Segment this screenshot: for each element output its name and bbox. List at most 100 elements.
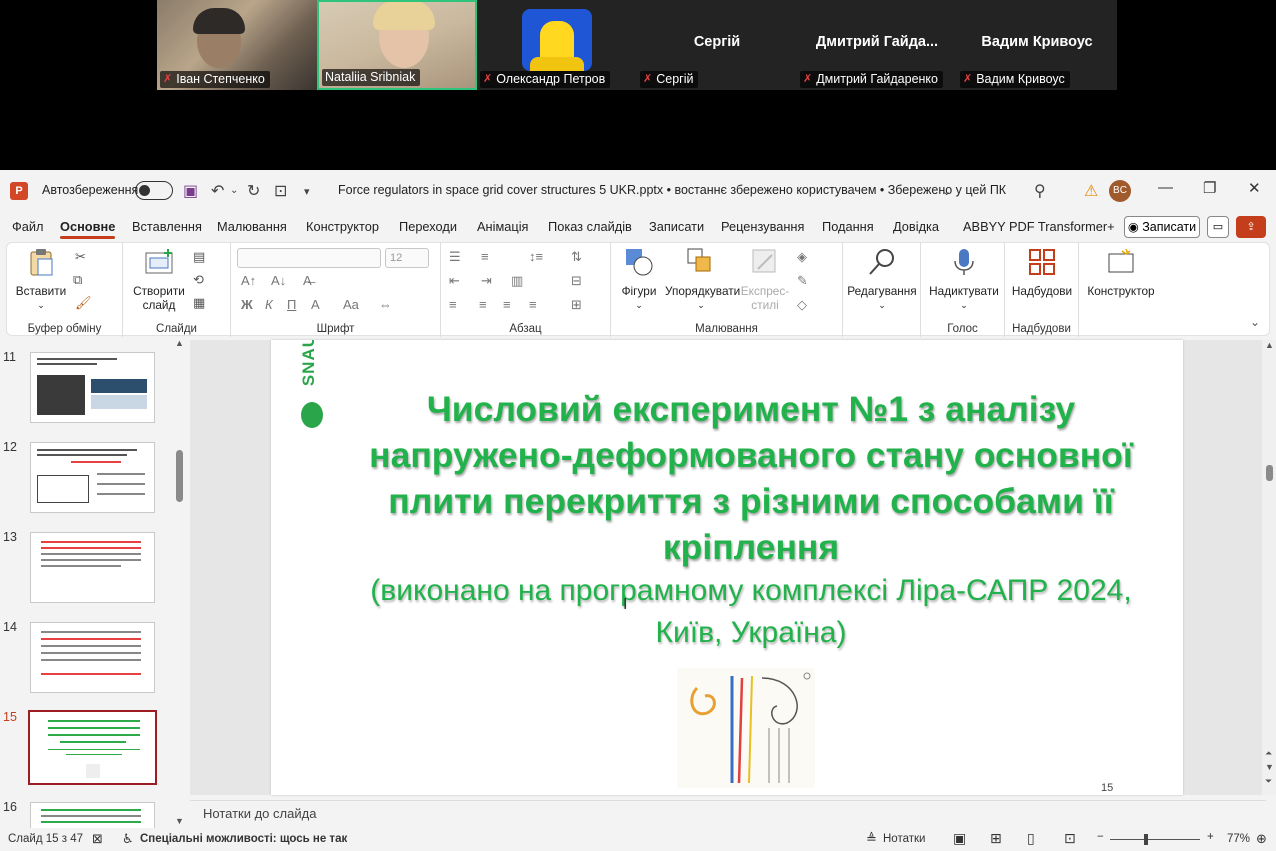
arrange-button[interactable]: Упорядкувати ⌄ — [665, 247, 740, 312]
font-size-select[interactable]: 12 — [385, 248, 429, 268]
slide-thumbnail[interactable] — [30, 622, 155, 693]
scroll-down-icon[interactable]: ▼ — [175, 816, 184, 826]
dictate-button[interactable]: Надиктувати ⌄ — [927, 247, 1001, 312]
tab-design[interactable]: Конструктор — [306, 219, 379, 234]
warning-icon[interactable]: ⚠ — [1084, 181, 1098, 201]
ionic-column-image[interactable] — [677, 668, 815, 788]
next-slide-icon[interactable]: ⏷ — [1265, 776, 1272, 787]
zoom-slider-thumb[interactable] — [1144, 834, 1148, 845]
addins-button[interactable]: Надбудови — [1009, 247, 1075, 298]
paste-button[interactable]: Вставити ⌄ — [15, 247, 67, 312]
notes-pane[interactable]: Нотатки до слайда — [190, 800, 1266, 826]
tab-animations[interactable]: Анімація — [477, 219, 528, 234]
chevron-down-icon[interactable]: ⌄ — [942, 185, 951, 198]
scroll-up-icon[interactable]: ▲ — [1265, 340, 1274, 350]
bold-icon[interactable]: Ж — [241, 297, 253, 312]
bullets-icon[interactable]: ☰ — [449, 249, 461, 265]
undo-icon[interactable]: ↶ — [211, 181, 224, 201]
slideshow-icon[interactable]: ⊡ — [1064, 830, 1076, 847]
restore-icon[interactable]: ❐ — [1203, 179, 1216, 197]
avatar[interactable]: BC — [1109, 180, 1131, 202]
font-color-icon[interactable]: A — [311, 297, 320, 312]
slide-thumbnail[interactable] — [30, 352, 155, 423]
scrollbar-thumb[interactable] — [1266, 465, 1273, 481]
smartart-icon[interactable]: ⊞ — [571, 297, 582, 313]
layout-icon[interactable]: ▤ — [193, 249, 205, 265]
increase-font-icon[interactable]: A↑ — [241, 273, 256, 288]
document-title[interactable]: Force regulators in space grid cover str… — [338, 183, 1006, 197]
tab-draw[interactable]: Малювання — [217, 219, 287, 234]
scroll-up-icon[interactable]: ▲ — [175, 338, 184, 348]
participant-tile-active-speaker[interactable]: Nataliia Sribniak — [317, 0, 477, 90]
zoom-in-icon[interactable]: + — [1207, 831, 1214, 843]
tab-home[interactable]: Основне — [60, 219, 116, 239]
format-painter-icon[interactable]: 🖌 — [75, 295, 92, 311]
new-slide-button[interactable]: Створити слайд — [129, 247, 189, 312]
line-spacing-icon[interactable]: ↕≡ — [529, 249, 543, 264]
designer-button[interactable]: Конструктор — [1083, 247, 1159, 298]
tab-insert[interactable]: Вставлення — [132, 219, 202, 234]
participant-tile[interactable]: Вадим Кривоус ✗ Вадим Кривоус — [957, 0, 1117, 90]
text-direction-icon[interactable]: ⇅ — [571, 249, 582, 265]
columns-icon[interactable]: ▥ — [511, 273, 523, 289]
tab-record[interactable]: Записати — [649, 219, 704, 234]
increase-indent-icon[interactable]: ⇥ — [481, 273, 492, 289]
font-name-select[interactable] — [237, 248, 381, 268]
decrease-font-icon[interactable]: A↓ — [271, 273, 286, 288]
minimize-icon[interactable]: — — [1158, 179, 1173, 196]
slide-thumbnail[interactable] — [30, 532, 155, 603]
record-button[interactable]: ◉ Записати — [1124, 216, 1200, 238]
scroll-down-icon[interactable]: ▼ — [1265, 762, 1274, 772]
tab-slideshow[interactable]: Показ слайдів — [548, 219, 632, 234]
zoom-slider[interactable] — [1110, 839, 1200, 840]
collapse-ribbon-icon[interactable]: ⌄ — [1250, 315, 1260, 329]
copy-icon[interactable]: ⧉ — [73, 272, 82, 288]
redo-icon[interactable]: ↻ — [247, 181, 260, 201]
align-center-icon[interactable]: ≡ — [479, 297, 487, 312]
quick-styles-button[interactable]: Експрес-стилі — [739, 247, 791, 312]
close-icon[interactable]: ✕ — [1248, 179, 1261, 197]
participant-tile[interactable]: ✗ Іван Степченко — [157, 0, 317, 90]
previous-slide-icon[interactable]: ⏶ — [1265, 748, 1272, 759]
tab-review[interactable]: Рецензування — [721, 219, 804, 234]
zoom-level[interactable]: 77% — [1227, 833, 1250, 845]
decrease-indent-icon[interactable]: ⇤ — [449, 273, 460, 289]
tab-view[interactable]: Подання — [822, 219, 874, 234]
slide-thumbnail[interactable] — [30, 442, 155, 513]
normal-view-icon[interactable]: ▣ — [953, 830, 966, 847]
participant-tile[interactable]: ✗ Олександр Петров — [477, 0, 637, 90]
slide-sorter-icon[interactable]: ⊞ — [990, 830, 1002, 847]
shape-fill-icon[interactable]: ◈ — [797, 249, 807, 265]
spelling-icon[interactable]: ⊠ — [92, 831, 103, 847]
editing-button[interactable]: Редагування ⌄ — [847, 247, 917, 312]
slide-thumbnail-active[interactable] — [28, 710, 157, 785]
underline-icon[interactable]: П — [287, 297, 296, 312]
numbering-icon[interactable]: ≡ — [481, 249, 489, 264]
current-slide[interactable]: SNAU Числовий експеримент №1 з аналізу н… — [271, 340, 1183, 795]
justify-icon[interactable]: ≡ — [529, 297, 537, 312]
slide-subtitle[interactable]: (виконано на програмному комплексі Ліра-… — [361, 570, 1141, 654]
participant-tile[interactable]: Дмитрий Гайда... ✗ Дмитрий Гайдаренко — [797, 0, 957, 90]
present-icon[interactable]: ⊡ — [274, 181, 287, 201]
clear-format-icon[interactable]: A̶ — [303, 273, 312, 288]
notes-icon[interactable]: ≜ — [866, 831, 877, 847]
reset-icon[interactable]: ⟲ — [193, 272, 204, 288]
slide-title[interactable]: Числовий експеримент №1 з аналізу напруж… — [361, 386, 1141, 570]
comments-button[interactable]: ▭ — [1207, 216, 1229, 238]
tab-file[interactable]: Файл — [12, 219, 43, 234]
slide-scrollbar[interactable]: ▲ ⏶ ▼ ⏷ — [1262, 340, 1276, 795]
notes-toggle[interactable]: Нотатки — [883, 833, 925, 845]
customize-toolbar-icon[interactable]: ▾ — [304, 185, 310, 198]
thumbnails-scrollbar[interactable]: ▲ ▼ — [175, 338, 184, 828]
zoom-out-icon[interactable]: − — [1097, 831, 1104, 843]
italic-icon[interactable]: К — [265, 297, 273, 312]
scrollbar-thumb[interactable] — [176, 450, 183, 502]
shapes-button[interactable]: Фігури ⌄ — [613, 247, 665, 312]
tab-help[interactable]: Довідка — [893, 219, 939, 234]
cut-icon[interactable]: ✂ — [75, 249, 86, 265]
share-button[interactable]: ⇪ — [1236, 216, 1266, 238]
undo-dropdown-icon[interactable]: ⌄ — [230, 185, 238, 196]
shape-outline-icon[interactable]: ✎ — [797, 273, 808, 289]
shape-effects-icon[interactable]: ◇ — [797, 297, 807, 313]
tab-transitions[interactable]: Переходи — [399, 219, 457, 234]
